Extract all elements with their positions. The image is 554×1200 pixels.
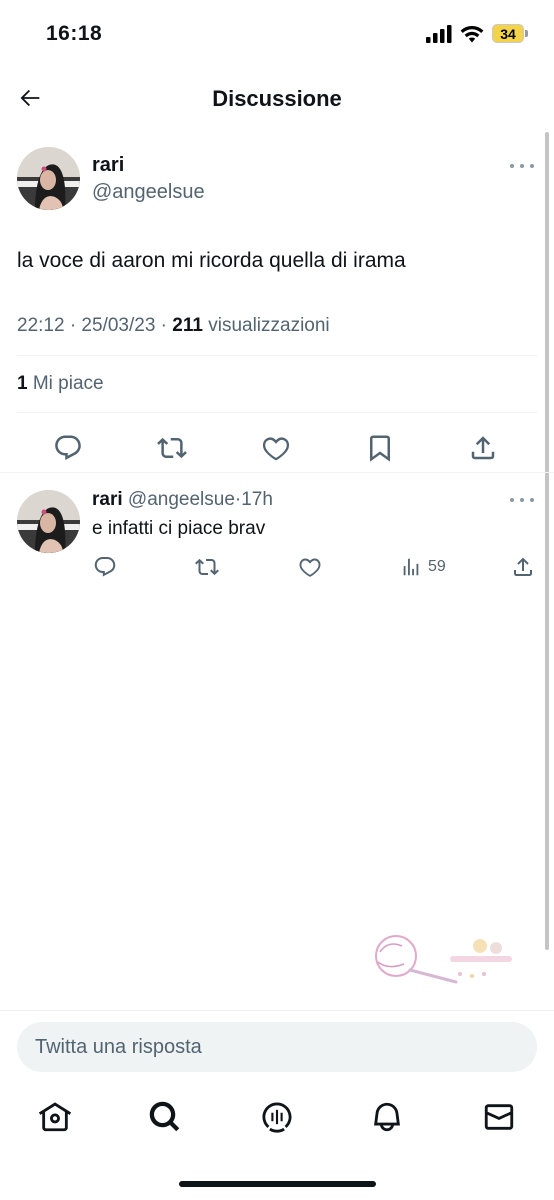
watermark-logo xyxy=(368,930,518,990)
views-count: 59 xyxy=(428,558,446,575)
divider xyxy=(17,412,537,413)
views-icon xyxy=(403,558,419,576)
like-button[interactable] xyxy=(258,430,294,466)
views-label: visualizzazioni xyxy=(202,315,330,336)
nav-search[interactable] xyxy=(143,1095,187,1139)
battery-tip xyxy=(525,30,528,37)
like-icon xyxy=(262,437,290,461)
likes-label: Mi piace xyxy=(27,373,104,394)
author-handle[interactable]: @angeelsue xyxy=(92,181,205,204)
retweet-button[interactable] xyxy=(194,554,220,580)
like-icon xyxy=(299,558,321,577)
wifi-icon xyxy=(460,25,484,42)
retweet-icon xyxy=(157,437,187,459)
avatar[interactable] xyxy=(17,490,80,553)
like-button[interactable] xyxy=(297,554,323,580)
tweet-meta: 22:12 · 25/03/23 · 211 visualizzazioni xyxy=(17,315,330,337)
nav-home[interactable] xyxy=(33,1095,77,1139)
share-button[interactable] xyxy=(465,430,501,466)
nav-messages[interactable] xyxy=(477,1095,521,1139)
bookmark-icon xyxy=(370,435,390,462)
avatar[interactable] xyxy=(17,147,80,210)
share-button[interactable] xyxy=(510,554,536,580)
status-time: 16:18 xyxy=(46,22,103,45)
reply-button[interactable] xyxy=(92,554,118,580)
scrollbar[interactable] xyxy=(545,132,549,950)
reply-icon xyxy=(94,557,116,577)
tweet-timestamp: 22:12 · 25/03/23 · xyxy=(17,315,173,336)
retweet-icon xyxy=(195,558,219,576)
reply-text: e infatti ci piace brav xyxy=(92,518,266,539)
retweet-button[interactable] xyxy=(154,430,190,466)
more-dot xyxy=(530,498,534,502)
nav-spaces[interactable] xyxy=(255,1095,299,1139)
notifications-icon xyxy=(374,1102,400,1132)
share-icon xyxy=(471,436,495,460)
spaces-icon xyxy=(262,1102,292,1133)
reply-button[interactable] xyxy=(50,430,86,466)
divider xyxy=(17,355,537,356)
likes-count: 1 xyxy=(17,373,28,394)
status-icons: 34 xyxy=(426,24,528,43)
tweet-text: la voce di aaron mi ricorda quella di ir… xyxy=(17,249,406,272)
divider xyxy=(0,1010,554,1011)
reply-input[interactable] xyxy=(17,1022,537,1072)
reply-icon xyxy=(55,435,81,460)
more-options-button[interactable] xyxy=(510,492,534,508)
more-dot xyxy=(510,498,514,502)
views-button[interactable]: 59 xyxy=(400,554,446,580)
reply-actions: 59 xyxy=(0,554,554,578)
battery-level: 34 xyxy=(492,24,524,43)
page-title: Discussione xyxy=(212,86,342,111)
bookmark-button[interactable] xyxy=(362,430,398,466)
cellular-signal-icon xyxy=(426,24,452,43)
more-options-button[interactable] xyxy=(510,158,534,174)
reply-timestamp: 17h xyxy=(241,489,273,510)
author-name[interactable]: rari xyxy=(92,489,123,510)
battery-indicator: 34 xyxy=(492,24,528,43)
likes-summary[interactable]: 1 Mi piace xyxy=(17,373,104,395)
home-icon xyxy=(38,1102,72,1132)
bottom-nav xyxy=(0,1095,554,1140)
more-dot xyxy=(530,164,534,168)
divider xyxy=(0,472,554,473)
share-icon xyxy=(514,557,532,576)
status-bar: 16:18 34 xyxy=(0,0,554,70)
more-dot xyxy=(520,164,524,168)
tweet-actions xyxy=(0,428,554,468)
search-icon xyxy=(149,1101,180,1132)
reply-header: rari @angeelsue·17h xyxy=(92,489,273,511)
home-indicator[interactable] xyxy=(179,1181,376,1187)
messages-icon xyxy=(484,1104,514,1130)
author-name[interactable]: rari xyxy=(92,154,124,177)
more-dot xyxy=(520,498,524,502)
more-dot xyxy=(510,164,514,168)
author-handle[interactable]: @angeelsue xyxy=(128,489,235,510)
nav-notifications[interactable] xyxy=(365,1095,409,1139)
views-count[interactable]: 211 xyxy=(172,315,203,336)
header: Discussione xyxy=(0,70,554,128)
